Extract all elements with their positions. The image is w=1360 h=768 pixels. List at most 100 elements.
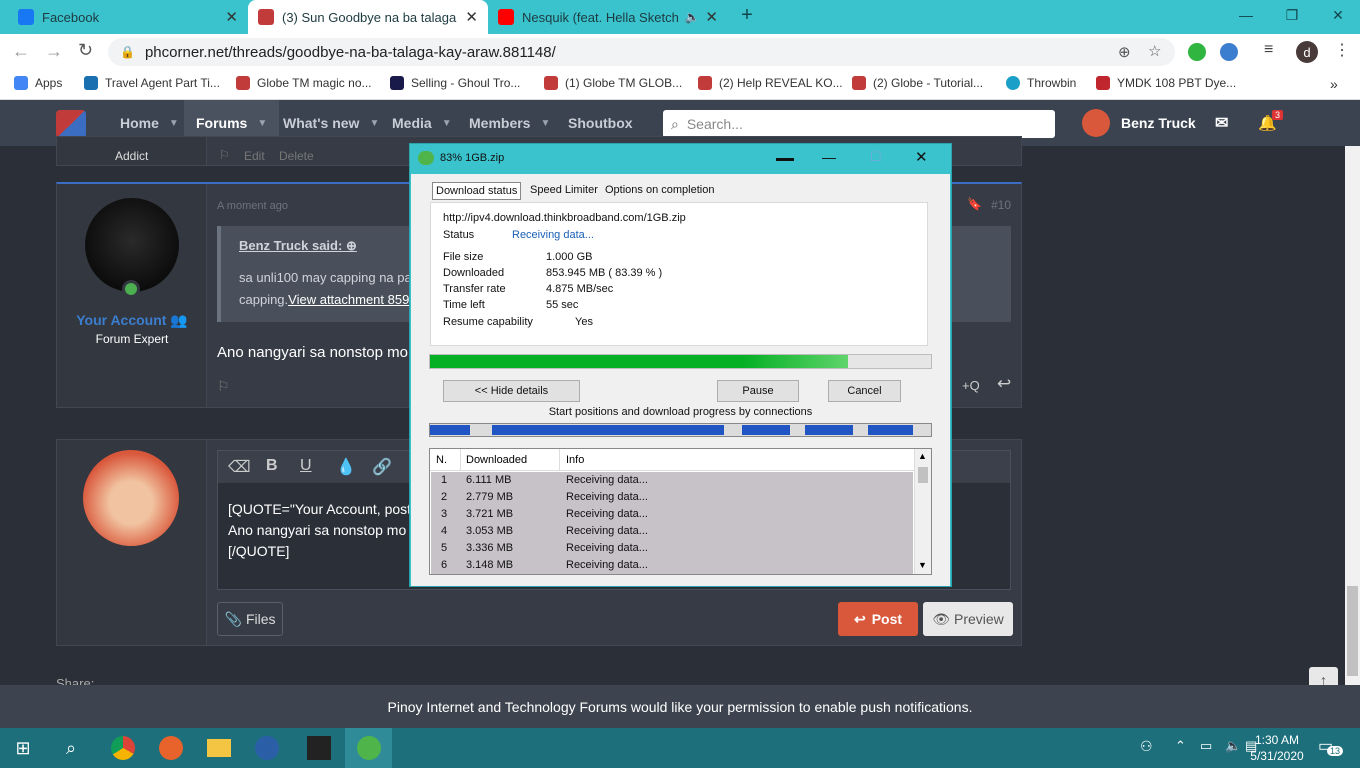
game-icon[interactable] <box>296 728 342 768</box>
profile-avatar[interactable]: d <box>1296 41 1318 63</box>
close-window-icon[interactable]: ✕ <box>1314 0 1360 30</box>
reply-icon[interactable]: ↩ <box>997 374 1011 394</box>
bold-icon[interactable]: B <box>266 457 278 475</box>
scroll-down-icon[interactable]: ▼ <box>918 560 927 570</box>
star-icon[interactable]: ☆ <box>1148 42 1161 60</box>
scrollbar-thumb[interactable] <box>1347 586 1358 676</box>
cancel-button[interactable]: Cancel <box>828 380 901 402</box>
minimize-icon[interactable]: — <box>1222 0 1270 30</box>
menu-icon[interactable]: ⋮ <box>1334 40 1350 60</box>
idm-extension-icon[interactable] <box>1220 43 1238 61</box>
more-bookmarks-icon[interactable]: » <box>1330 76 1338 92</box>
tab-speed-limiter[interactable]: Speed Limiter <box>527 182 601 198</box>
bookmark-item[interactable]: YMDK 108 PBT Dye... <box>1096 76 1236 90</box>
bookmark-apps[interactable]: Apps <box>14 76 62 90</box>
address-bar[interactable]: 🔒 phcorner.net/threads/goodbye-na-ba-tal… <box>108 38 1175 66</box>
edit-link[interactable]: Edit <box>244 149 265 163</box>
playlist-icon[interactable]: ≡ <box>1264 41 1273 59</box>
close-tab-icon[interactable]: ✕ <box>465 8 478 26</box>
col-info[interactable]: Info <box>566 454 584 466</box>
close-dialog-icon[interactable]: ✕ <box>915 148 928 166</box>
user-avatar[interactable] <box>1082 109 1110 137</box>
flag-icon[interactable]: ⚐ <box>217 378 230 395</box>
maximize-icon[interactable]: ❐ <box>1268 0 1316 30</box>
extension-icon[interactable] <box>1188 43 1206 61</box>
post-reply-button[interactable]: ↩ Post <box>838 602 918 636</box>
color-drop-icon[interactable]: 💧 <box>336 457 356 477</box>
close-tab-icon[interactable]: ✕ <box>705 8 718 26</box>
bookmark-item[interactable]: Travel Agent Part Ti... <box>84 76 220 90</box>
inbox-icon[interactable]: ✉ <box>1215 100 1228 146</box>
tab-youtube[interactable]: Nesquik (feat. Hella Sketchy) 🔈 ✕ <box>488 0 728 34</box>
people-icon[interactable]: ⚇ <box>1140 738 1153 755</box>
forward-icon[interactable]: → <box>45 41 63 62</box>
bookmark-item[interactable]: (2) Globe - Tutorial... <box>852 76 983 90</box>
search-input[interactable]: ⌕ Search... <box>663 110 1055 138</box>
table-scrollbar[interactable]: ▲ ▼ <box>914 449 931 574</box>
table-row[interactable]: 6 3.148 MB Receiving data... <box>431 557 913 574</box>
delete-link[interactable]: Delete <box>279 149 314 163</box>
table-row[interactable]: 4 3.053 MB Receiving data... <box>431 523 913 540</box>
tab-phcorner[interactable]: (3) Sun Goodbye na ba talaga ka ✕ <box>248 0 488 34</box>
post-time[interactable]: A moment ago <box>217 200 288 212</box>
table-row[interactable]: 5 3.336 MB Receiving data... <box>431 540 913 557</box>
tab-facebook[interactable]: Facebook ✕ <box>8 0 248 34</box>
site-logo[interactable] <box>56 110 86 138</box>
zoom-icon[interactable]: ⊕ <box>1118 43 1131 61</box>
post-number[interactable]: #10 <box>991 198 1011 212</box>
link-icon[interactable]: 🔗 <box>372 457 392 477</box>
col-downloaded[interactable]: Downloaded <box>466 454 527 466</box>
back-icon[interactable]: ← <box>12 41 30 62</box>
bell-icon[interactable]: 🔔 <box>1258 100 1277 146</box>
author-name[interactable]: Your Account 👥 <box>57 312 207 329</box>
attachment-link[interactable]: View attachment 859 <box>288 292 409 307</box>
table-row[interactable]: 1 6.111 MB Receiving data... <box>431 472 913 489</box>
close-tab-icon[interactable]: ✕ <box>225 8 238 26</box>
table-scroll-thumb[interactable] <box>918 467 928 483</box>
paperclip-icon: 📎 <box>224 610 242 627</box>
tab-options-on-completion[interactable]: Options on completion <box>602 182 717 198</box>
table-row[interactable]: 2 2.779 MB Receiving data... <box>431 489 913 506</box>
quote-author[interactable]: Benz Truck said: ⊕ <box>239 238 357 254</box>
file-explorer-icon[interactable] <box>196 728 242 768</box>
chrome-icon[interactable] <box>100 728 146 768</box>
flag-icon[interactable]: ⚐ <box>219 148 230 162</box>
table-row[interactable]: 3 3.721 MB Receiving data... <box>431 506 913 523</box>
scroll-up-icon[interactable]: ▲ <box>918 451 927 461</box>
reload-icon[interactable]: ↻ <box>78 40 93 61</box>
windows-start-icon[interactable]: ⊞ <box>0 728 46 768</box>
new-tab-button[interactable]: + <box>724 0 770 30</box>
multiquote-button[interactable]: +Q <box>962 378 980 393</box>
col-n[interactable]: N. <box>436 454 447 466</box>
underline-icon[interactable]: U <box>300 457 312 475</box>
bookmark-item[interactable]: Throwbin <box>1006 76 1076 90</box>
my-avatar[interactable] <box>83 450 179 546</box>
drag-handle-icon[interactable] <box>776 158 794 161</box>
network-icon[interactable]: ▭ <box>1200 738 1212 754</box>
search-icon[interactable]: ⌕ <box>48 728 94 768</box>
page-scrollbar[interactable] <box>1345 146 1360 728</box>
clock[interactable]: 1:30 AM 5/31/2020 <box>1246 732 1308 764</box>
firefox-icon[interactable] <box>148 728 194 768</box>
app-icon[interactable] <box>244 728 290 768</box>
bookmark-item[interactable]: (1) Globe TM GLOB... <box>544 76 682 90</box>
attach-files-button[interactable]: 📎 Files <box>217 602 283 636</box>
bookmark-item[interactable]: (2) Help REVEAL KO... <box>698 76 843 90</box>
author-avatar[interactable] <box>85 198 179 292</box>
pause-button[interactable]: Pause <box>717 380 799 402</box>
user-name[interactable]: Benz Truck <box>1121 100 1196 146</box>
tray-chevron-icon[interactable]: ⌃ <box>1175 738 1186 754</box>
idm-taskbar-icon[interactable] <box>345 728 392 768</box>
editor-text[interactable]: [QUOTE="Your Account, post: Ano nangyari… <box>228 499 415 562</box>
volume-icon[interactable]: 🔈 <box>1225 738 1241 754</box>
idm-app-icon <box>418 151 434 165</box>
push-notification-banner[interactable]: Pinoy Internet and Technology Forums wou… <box>0 685 1360 728</box>
eraser-icon[interactable]: ⌫ <box>228 457 251 477</box>
minimize-icon[interactable]: — <box>822 149 836 165</box>
tab-download-status[interactable]: Download status <box>432 182 522 200</box>
hide-details-button[interactable]: << Hide details <box>443 380 580 402</box>
preview-button[interactable]: 👁 Preview <box>923 602 1013 636</box>
bookmark-icon[interactable]: 🔖 <box>967 197 982 211</box>
bookmark-item[interactable]: Globe TM magic no... <box>236 76 372 90</box>
bookmark-item[interactable]: Selling - Ghoul Tro... <box>390 76 520 90</box>
